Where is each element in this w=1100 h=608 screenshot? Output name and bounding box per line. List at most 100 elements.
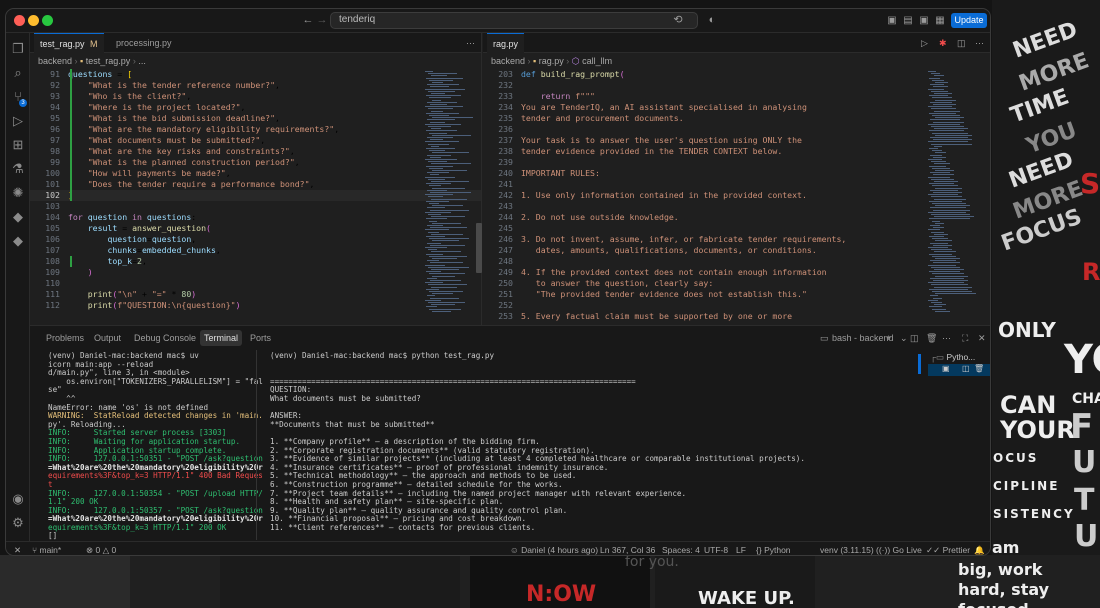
account-icon[interactable]: ◐	[706, 13, 718, 28]
code-editor[interactable]: 91 questions = [92 "What is the tender re…	[30, 69, 481, 311]
code-line[interactable]: 95 "What is the bid submission deadline?…	[30, 113, 481, 124]
git-blame-indicator[interactable]: ☺ Daniel (4 hours ago)	[510, 542, 598, 555]
more-actions-icon[interactable]: ⋯	[938, 330, 955, 346]
code-line[interactable]: 107 chunks=embedded_chunks,	[30, 245, 481, 256]
tab-output[interactable]: Output	[90, 330, 125, 346]
more-actions-icon[interactable]: ⋯	[460, 33, 481, 53]
toggle-secondary-sidebar-icon[interactable]: ▣	[918, 13, 930, 28]
copilot-icon[interactable]: ⟲	[672, 13, 684, 28]
code-line[interactable]: 106 question=question,	[30, 234, 481, 245]
run-icon[interactable]: ▷	[915, 33, 934, 53]
tab-terminal[interactable]: Terminal	[200, 330, 243, 346]
code-line[interactable]: 93 "Who is the client?",	[30, 91, 481, 102]
remote-indicator-icon[interactable]: ✕	[14, 542, 21, 555]
code-line[interactable]: 235 tender and procurement documents.	[483, 113, 990, 124]
indentation[interactable]: Spaces: 4	[662, 542, 700, 555]
code-line[interactable]: 91 questions = [	[30, 69, 481, 80]
code-line[interactable]: 233 return f"""	[483, 91, 990, 102]
code-line[interactable]: 238 tender evidence provided in the TENDE…	[483, 146, 990, 157]
code-editor[interactable]: 203 def build_rag_prompt(232 233 return f"…	[483, 69, 990, 322]
end-of-line[interactable]: LF	[736, 542, 746, 555]
code-line[interactable]: 253 5. Every factual claim must be suppor…	[483, 311, 990, 322]
python-interpreter[interactable]: venv (3.11.15)	[820, 542, 874, 555]
notifications-bell-icon[interactable]: 🔔	[974, 542, 985, 555]
code-line[interactable]: 240 IMPORTANT RULES:	[483, 168, 990, 179]
breadcrumb-item[interactable]: backend	[491, 56, 525, 66]
encoding[interactable]: UTF-8	[704, 542, 728, 555]
code-line[interactable]: 250 to answer the question, clearly say:	[483, 278, 990, 289]
code-line[interactable]: 94 "Where is the project located?",	[30, 102, 481, 113]
maximize-window-button[interactable]	[42, 15, 53, 26]
forward-arrow-icon[interactable]: →	[316, 13, 328, 28]
split-terminal-icon[interactable]: ◫	[906, 330, 923, 346]
testing-icon[interactable]: ⚗	[10, 161, 26, 177]
code-line[interactable]: 239	[483, 157, 990, 168]
accounts-icon[interactable]: ◉	[10, 491, 26, 507]
code-line[interactable]: 244 2. Do not use outside knowledge.	[483, 212, 990, 223]
code-line[interactable]: 101 "Does the tender require a performan…	[30, 179, 481, 190]
code-line[interactable]: 112 print(f"QUESTION:\n{question}")	[30, 300, 481, 311]
breadcrumb-item[interactable]: ...	[138, 56, 146, 66]
tab-problems[interactable]: Problems	[42, 330, 88, 346]
cursor-position[interactable]: Ln 367, Col 36	[600, 542, 655, 555]
breadcrumb-item[interactable]: call_llm	[582, 56, 612, 66]
code-line[interactable]: 246 3. Do not invent, assume, infer, or f…	[483, 234, 990, 245]
terminal-left[interactable]: (venv) Daniel-mac:backend mac$ uv icorn m…	[48, 351, 263, 541]
tab-rag[interactable]: rag.py	[487, 33, 525, 53]
code-line[interactable]: 251 "The provided tender evidence does n…	[483, 289, 990, 300]
debug-extension-icon[interactable]: ✱	[933, 33, 953, 53]
new-terminal-icon[interactable]: +	[882, 330, 895, 346]
maximize-panel-icon[interactable]: ⛶	[958, 330, 972, 346]
trash-icon[interactable]: 🗑	[974, 364, 984, 373]
code-line[interactable]: 92 "What is the tender reference number?…	[30, 80, 481, 91]
go-live-button[interactable]: ((·)) Go Live	[876, 542, 922, 555]
code-line[interactable]: 102]	[30, 190, 481, 201]
code-line[interactable]: 242 1. Use only information contained in …	[483, 190, 990, 201]
command-center-search[interactable]: tenderiq	[330, 12, 698, 29]
tab-ports[interactable]: Ports	[246, 330, 275, 346]
code-line[interactable]: 234 You are TenderIQ, an AI assistant spe…	[483, 102, 990, 113]
back-arrow-icon[interactable]: ←	[302, 13, 314, 28]
split-terminal-icon[interactable]: ◫	[962, 364, 970, 373]
code-line[interactable]: 245	[483, 223, 990, 234]
tab-debug-console[interactable]: Debug Console	[130, 330, 200, 346]
breadcrumb-item[interactable]: rag.py	[539, 56, 564, 66]
python-icon[interactable]: ◆	[10, 209, 26, 225]
toggle-panel-icon[interactable]: ▤	[902, 13, 914, 28]
code-line[interactable]: 100 "How will payments be made?",	[30, 168, 481, 179]
code-line[interactable]: 109 )	[30, 267, 481, 278]
scrollbar-thumb[interactable]	[476, 223, 482, 273]
toggle-primary-sidebar-icon[interactable]: ▣	[886, 13, 898, 28]
tab-test-rag[interactable]: test_rag.py M	[34, 33, 104, 53]
code-line[interactable]: 237 Your task is to answer the user's que…	[483, 135, 990, 146]
code-line[interactable]: 203 def build_rag_prompt(	[483, 69, 990, 80]
minimap[interactable]	[425, 71, 475, 321]
minimize-window-button[interactable]	[28, 15, 39, 26]
code-line[interactable]: 99 "What is the planned construction per…	[30, 157, 481, 168]
code-line[interactable]: 97 "What documents must be submitted?",	[30, 135, 481, 146]
code-line[interactable]: 103	[30, 201, 481, 212]
close-panel-icon[interactable]: ✕	[974, 330, 990, 346]
search-icon[interactable]: ⌕	[10, 65, 26, 81]
close-window-button[interactable]	[14, 15, 25, 26]
breadcrumb-item[interactable]: test_rag.py	[86, 56, 131, 66]
terminal-list-item[interactable]: ┌▭ Pytho...	[930, 352, 975, 363]
code-line[interactable]: 243	[483, 201, 990, 212]
problems-indicator[interactable]: ⊗ 0 △ 0	[86, 542, 116, 555]
explorer-icon[interactable]: ❐	[10, 41, 26, 57]
code-line[interactable]: 249 4. If the provided context does not c…	[483, 267, 990, 278]
breadcrumb-item[interactable]: backend	[38, 56, 72, 66]
more-actions-icon[interactable]: ⋯	[969, 33, 990, 53]
terminal-right[interactable]: (venv) Daniel-mac:backend mac$ python te…	[270, 351, 910, 550]
code-line[interactable]: 104 for question in questions:	[30, 212, 481, 223]
terminal-list-item-active[interactable]: ▣ ◫ 🗑	[928, 364, 990, 376]
tab-processing[interactable]: processing.py	[110, 33, 178, 53]
extensions-icon[interactable]: ⊞	[10, 137, 26, 153]
code-line[interactable]: 247 dates, amounts, qualifications, docu…	[483, 245, 990, 256]
python-environments-icon[interactable]: ◆	[10, 233, 26, 249]
code-line[interactable]: 111 print("\n" + "=" * 80)	[30, 289, 481, 300]
run-debug-icon[interactable]: ▷	[10, 113, 26, 129]
code-line[interactable]: 98 "What are the key risks and constrain…	[30, 146, 481, 157]
code-line[interactable]: 232	[483, 80, 990, 91]
code-line[interactable]: 241	[483, 179, 990, 190]
